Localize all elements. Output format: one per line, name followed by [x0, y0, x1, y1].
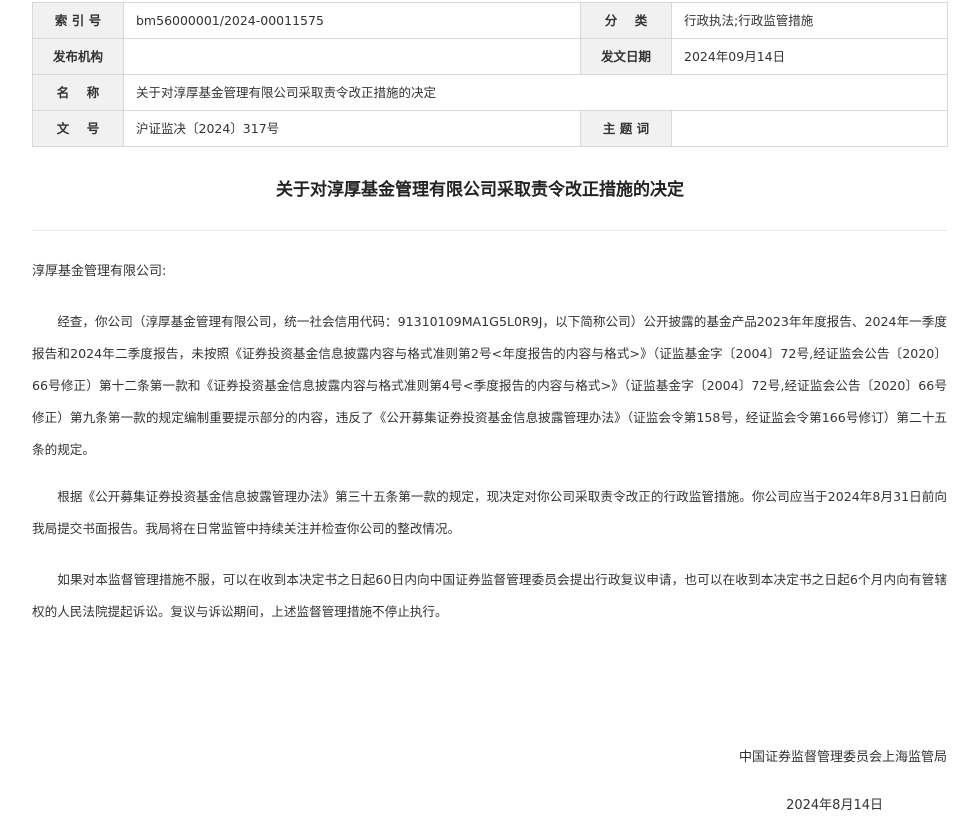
document-name-value: 关于对淳厚基金管理有限公司采取责令改正措施的决定 [123, 74, 948, 111]
subject-terms-value [671, 110, 948, 147]
metadata-row-issuer: 发布机构 发文日期 2024年09月14日 [32, 38, 948, 75]
issue-date-value: 2024年09月14日 [671, 38, 948, 75]
metadata-row-docno: 文 号 沪证监决〔2024〕317号 主 题 词 [32, 110, 948, 147]
salutation: 淳厚基金管理有限公司: [32, 264, 167, 279]
body-paragraph-2: 根据《公开募集证券投资基金信息披露管理办法》第三十五条第一款的规定，现决定对你公… [32, 489, 947, 536]
category-label: 分 类 [580, 2, 672, 39]
issuing-authority-signature: 中国证券监督管理委员会上海监管局 [738, 750, 947, 765]
metadata-row-name: 名 称 关于对淳厚基金管理有限公司采取责令改正措施的决定 [32, 74, 948, 111]
subject-terms-label: 主 题 词 [580, 110, 672, 147]
document-number-value: 沪证监决〔2024〕317号 [123, 110, 581, 147]
document-title: 关于对淳厚基金管理有限公司采取责令改正措施的决定 [276, 180, 684, 200]
category-value: 行政执法;行政监管措施 [671, 2, 948, 39]
body-paragraph-1: 经查，你公司（淳厚基金管理有限公司，统一社会信用代码：91310109MA1G5… [32, 314, 947, 457]
index-number-label: 索 引 号 [32, 2, 124, 39]
document-number-label: 文 号 [32, 110, 124, 147]
body-paragraph-3: 如果对本监督管理措施不服，可以在收到本决定书之日起60日内向中国证券监督管理委员… [32, 572, 947, 619]
issuing-agency-value [123, 38, 581, 75]
index-number-value: bm56000001/2024-00011575 [123, 2, 581, 39]
signature-date: 2024年8月14日 [786, 798, 883, 813]
title-divider [32, 230, 947, 231]
document-name-label: 名 称 [32, 74, 124, 111]
issuing-agency-label: 发布机构 [32, 38, 124, 75]
metadata-row-index: 索 引 号 bm56000001/2024-00011575 分 类 行政执法;… [32, 2, 948, 39]
issue-date-label: 发文日期 [580, 38, 672, 75]
document-metadata-table: 索 引 号 bm56000001/2024-00011575 分 类 行政执法;… [32, 2, 948, 147]
